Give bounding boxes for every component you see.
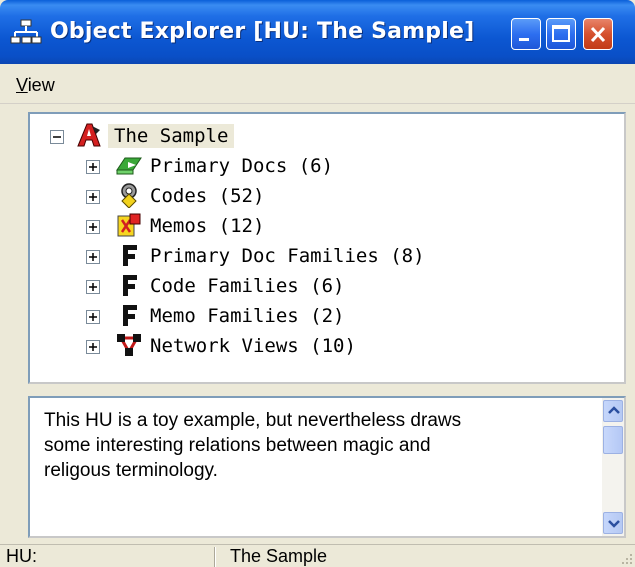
chevron-down-icon [608,520,620,528]
object-explorer-icon [10,19,42,44]
network-views-icon [117,334,141,356]
tree-root-label: The Sample [108,124,235,148]
tree-item-code-families[interactable]: Code Families (6) [30,270,624,300]
menu-bar: View [0,64,635,104]
tree-item-label: Primary Docs (6) [150,155,334,177]
resize-grip-icon[interactable] [619,551,633,565]
expand-icon[interactable] [86,250,100,264]
collapse-icon[interactable] [50,130,64,144]
expand-icon[interactable] [86,310,100,324]
comment-line: This HU is a toy example, but neverthele… [44,410,462,431]
codes-icon [121,183,137,208]
tree-item-memo-families[interactable]: Memo Families (2) [30,300,624,330]
tree-item-label: Network Views (10) [150,335,356,357]
maximize-button[interactable] [546,18,576,50]
tree-item-primary-docs[interactable]: Primary Docs (6) [30,150,624,180]
chevron-up-icon [608,406,620,414]
object-explorer-window: Object Explorer [HU: The Sample] View Th… [0,0,635,567]
family-icon [123,245,137,266]
tree-item-network-views[interactable]: Network Views (10) [30,330,624,360]
scroll-thumb[interactable] [603,426,623,454]
tree-item-memos[interactable]: Memos (12) [30,210,624,240]
expand-icon[interactable] [86,160,100,174]
tree-item-codes[interactable]: Codes (52) [30,180,624,210]
expand-icon[interactable] [86,280,100,294]
comment-scrollbar[interactable] [602,398,624,536]
memos-icon [117,213,141,237]
family-icon [123,305,137,326]
minimize-icon [519,38,529,41]
status-divider [214,547,216,567]
window-title: Object Explorer [HU: The Sample] [50,19,475,44]
comment-text[interactable]: This HU is a toy example, but neverthele… [44,408,584,483]
menu-view-rest: iew [27,75,55,95]
maximize-icon [552,25,570,42]
menu-view[interactable]: View [16,72,55,98]
tree-item-label: Codes (52) [150,185,265,207]
scroll-down-button[interactable] [603,512,623,534]
title-bar[interactable]: Object Explorer [HU: The Sample] [0,0,635,64]
tree-item-label: Code Families (6) [150,275,345,297]
expand-icon[interactable] [86,220,100,234]
comment-editor[interactable]: This HU is a toy example, but neverthele… [28,396,626,538]
hermeneutic-unit-icon [77,123,101,147]
tree-root-node[interactable]: The Sample [30,120,624,150]
status-hu-label: HU: [6,546,37,566]
tree-item-label: Primary Doc Families (8) [150,245,425,267]
tree-item-label: Memos (12) [150,215,265,237]
tree-item-label: Memo Families (2) [150,305,345,327]
pane-splitter[interactable] [0,384,635,396]
comment-line: some interesting relations between magic… [44,435,431,456]
expand-icon[interactable] [86,190,100,204]
primary-docs-icon [116,157,142,175]
object-tree[interactable]: The Sample Primary Docs (6) Codes (52) M… [28,112,626,384]
comment-line: religous terminology. [44,460,218,481]
family-icon [123,275,137,296]
close-icon [590,26,606,43]
expand-icon[interactable] [86,340,100,354]
scroll-up-button[interactable] [603,400,623,422]
status-hu-value: The Sample [230,546,328,566]
minimize-button[interactable] [511,18,541,50]
tree-item-primary-doc-families[interactable]: Primary Doc Families (8) [30,240,624,270]
close-button[interactable] [583,18,613,50]
status-bar: HU: The Sample [0,544,635,567]
menu-view-accelerator: V [16,75,28,95]
